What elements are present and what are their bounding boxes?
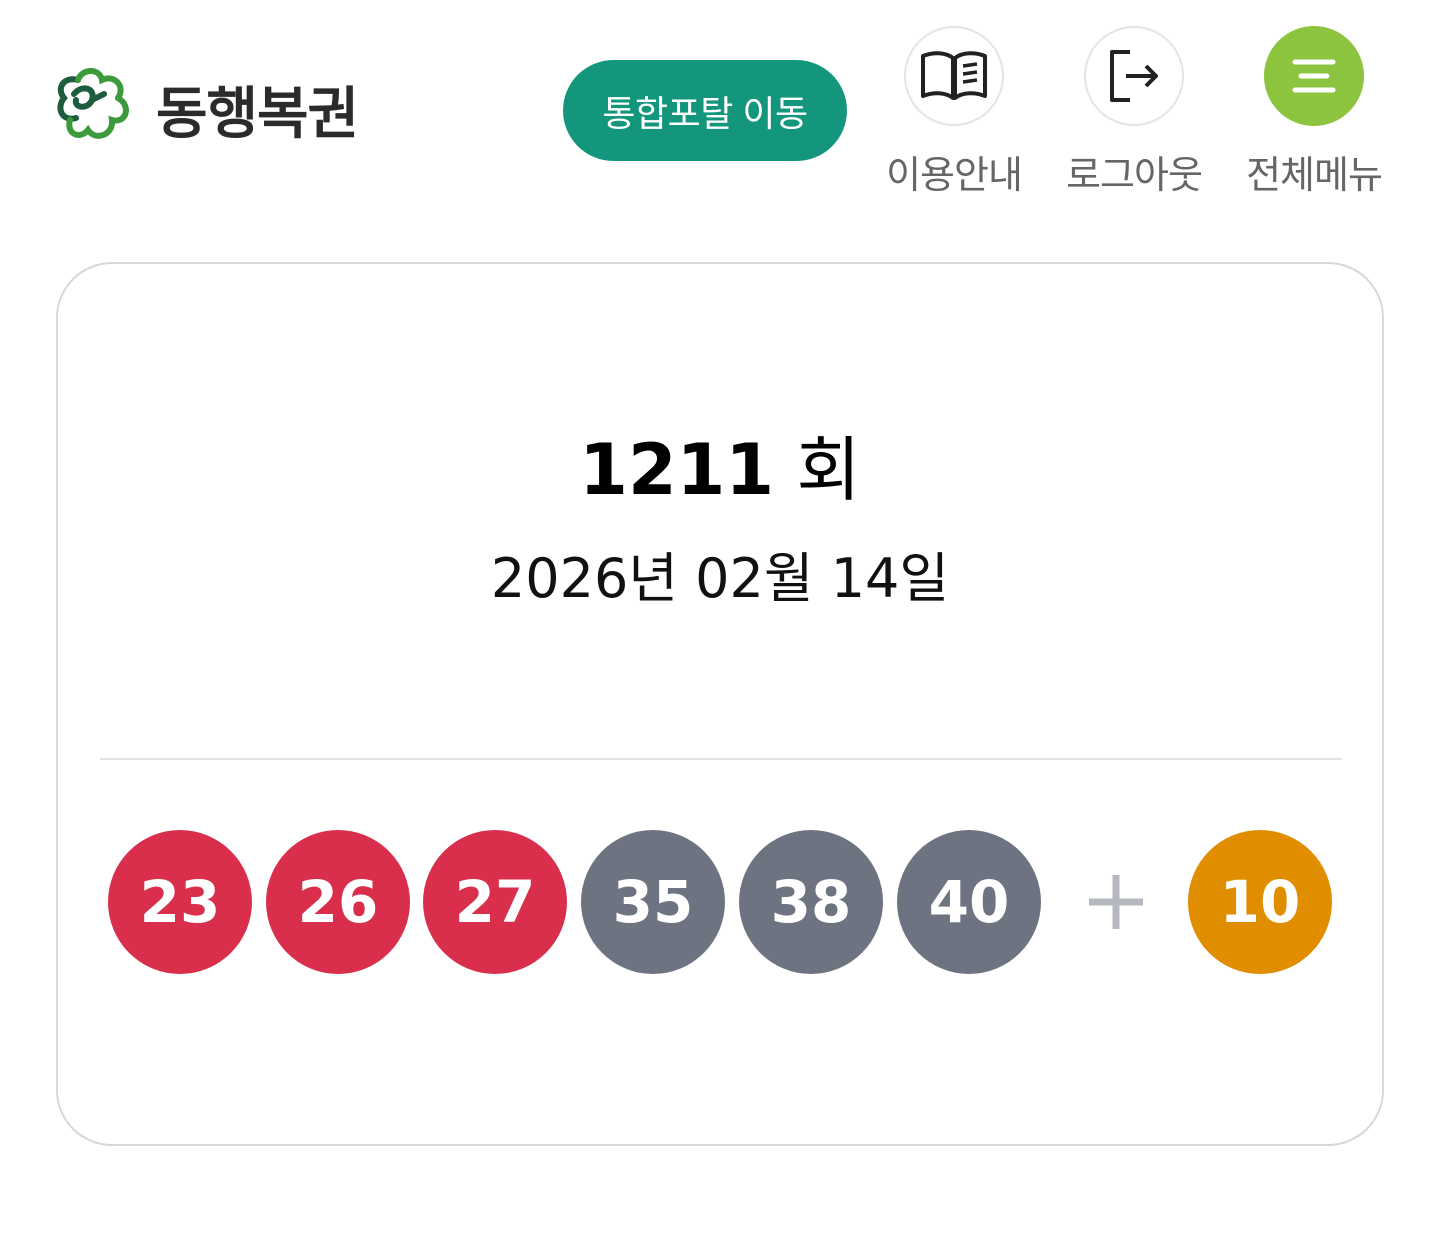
nav-label: 로그아웃 <box>1066 153 1203 197</box>
nav-label: 전체메뉴 <box>1246 153 1383 197</box>
brand-name: 동행복권 <box>156 81 359 147</box>
number-ball: 38 <box>739 830 883 974</box>
number-ball: 40 <box>897 830 1041 974</box>
header: 동행복권 통합포탈 이동 이용안내 로그아웃 전체메뉴 <box>0 0 1440 220</box>
number-ball: 35 <box>581 830 725 974</box>
number-ball: 23 <box>108 830 252 974</box>
logout-icon <box>1110 50 1158 102</box>
bonus-ball: 10 <box>1188 830 1332 974</box>
number-ball: 26 <box>266 830 410 974</box>
guide-button[interactable] <box>904 26 1004 126</box>
round-title: 1211 회 <box>58 414 1382 515</box>
divider <box>100 758 1342 760</box>
nav-logout[interactable]: 로그아웃 <box>1044 26 1224 199</box>
winning-numbers: 23 26 27 35 38 40 10 <box>108 830 1348 974</box>
logo[interactable]: 동행복권 <box>52 64 359 154</box>
menu-icon <box>1292 59 1336 93</box>
draw-date: 2026년 02월 14일 <box>490 547 950 610</box>
portal-button[interactable]: 통합포탈 이동 <box>563 60 847 161</box>
round-suffix: 회 <box>796 429 861 511</box>
number-ball: 27 <box>423 830 567 974</box>
round-number: 1211 <box>579 429 775 511</box>
menu-button[interactable] <box>1264 26 1364 126</box>
nav-label: 이용안내 <box>886 153 1023 197</box>
logout-button[interactable] <box>1084 26 1184 126</box>
book-icon <box>921 51 987 100</box>
plus-icon <box>1086 830 1146 974</box>
draw-result-card: 1211 회 2026년 02월 14일 23 26 27 35 38 40 1… <box>56 262 1384 1146</box>
clover-logo-icon <box>57 68 129 139</box>
nav-guide[interactable]: 이용안내 <box>864 26 1044 199</box>
nav-menu[interactable]: 전체메뉴 <box>1224 26 1404 199</box>
